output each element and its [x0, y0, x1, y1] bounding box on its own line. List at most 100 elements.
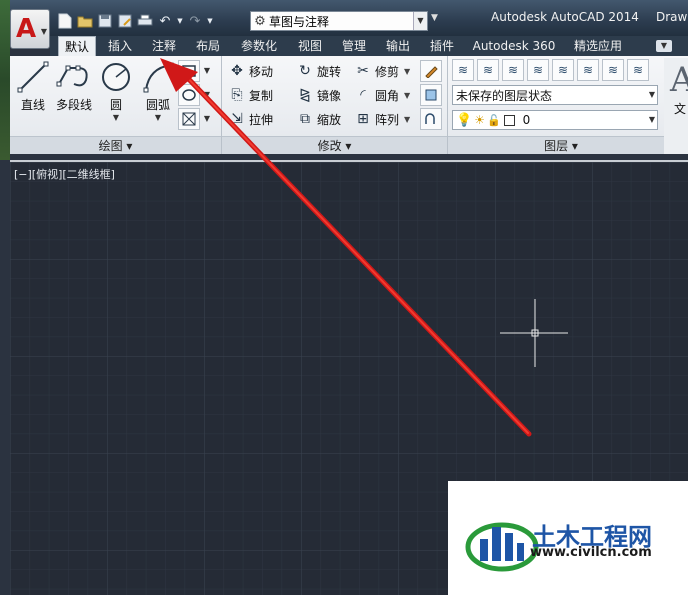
array-label: 阵列 [375, 112, 400, 127]
layer-off-icon[interactable]: ≋ [627, 59, 649, 81]
application-menu-button[interactable]: A ▼ [10, 9, 50, 49]
copy-label: 复制 [249, 88, 274, 103]
hatch-icon[interactable] [178, 84, 200, 106]
mirror-button[interactable]: ⧎ 镜像 [296, 84, 341, 106]
layer-dropdown[interactable]: 💡 ☀ 🔓 0 ▼ [452, 110, 658, 130]
text-icon[interactable]: A [670, 60, 688, 100]
copy-icon: ⎘ [231, 87, 243, 103]
layer-previous-icon[interactable]: ≋ [577, 59, 599, 81]
copy-button[interactable]: ⎘ 复制 [228, 84, 273, 106]
trim-label: 修剪 [375, 64, 400, 79]
gradient-icon[interactable] [178, 108, 200, 130]
erase-icon[interactable] [420, 60, 442, 82]
gear-icon: ⚙ [254, 13, 266, 29]
chevron-down-icon[interactable]: ▼ [206, 12, 214, 30]
circle-button[interactable]: 圆 ▼ [96, 60, 136, 122]
layer-state-icon[interactable]: ≋ [477, 59, 499, 81]
panel-layers-title-label: 图层 [544, 139, 569, 153]
chevron-down-icon: ▼ [404, 114, 411, 124]
chevron-down-icon[interactable]: ▼ [202, 108, 212, 130]
tab-featured-apps[interactable]: 精选应用 [566, 36, 630, 56]
polyline-button[interactable]: 多段线 [52, 60, 96, 113]
tab-autodesk-360[interactable]: Autodesk 360 [466, 36, 562, 56]
move-label: 移动 [249, 64, 274, 79]
move-icon: ✥ [231, 63, 243, 79]
scale-button[interactable]: ⧉ 缩放 [296, 108, 341, 130]
polyline-icon [52, 60, 96, 94]
chevron-down-icon: ▼ [112, 113, 120, 122]
circle-label: 圆 [109, 98, 122, 112]
mirror-label: 镜像 [317, 88, 342, 103]
rectangle-icon[interactable] [178, 60, 200, 82]
layer-tools: ≋ ≋ ≋ ≋ ≋ ≋ ≋ ≋ [452, 59, 649, 81]
explode-icon[interactable] [420, 84, 442, 106]
layer-state-value: 未保存的图层状态 [456, 88, 553, 103]
watermark: 土木工程网 www.civilcn.com [448, 481, 688, 595]
open-icon[interactable] [76, 12, 94, 30]
arc-icon [138, 60, 178, 94]
text-label: 文 [674, 102, 687, 116]
fillet-button[interactable]: ◜ 圆角 ▼ [354, 84, 410, 106]
save-icon[interactable] [96, 12, 114, 30]
plot-icon[interactable] [136, 12, 154, 30]
rotate-label: 旋转 [317, 64, 342, 79]
tab-output[interactable]: 输出 [378, 36, 418, 56]
tab-manage[interactable]: 管理 [334, 36, 374, 56]
arc-button[interactable]: 圆弧 ▼ [138, 60, 178, 122]
mirror-icon: ⧎ [299, 87, 311, 103]
panel-modify: ✥ 移动 ↻ 旋转 ✂ 修剪 ▼ ⎘ 复制 ⧎ 镜像 ◜ 圆角 ▼ ⇲ 拉伸 ⧉… [222, 56, 448, 154]
trim-button[interactable]: ✂ 修剪 ▼ [354, 60, 410, 82]
fillet-icon: ◜ [360, 87, 366, 103]
chevron-down-icon[interactable]: ▼ [202, 84, 212, 106]
civilcn-logo-icon [465, 522, 539, 572]
trim-icon: ✂ [357, 63, 369, 79]
move-button[interactable]: ✥ 移动 [228, 60, 273, 82]
tab-home[interactable]: 默认 [58, 36, 96, 56]
rotate-icon: ↻ [299, 63, 311, 79]
current-layer-value: 0 [522, 113, 531, 127]
layer-freeze-icon[interactable]: ≋ [602, 59, 624, 81]
array-button[interactable]: ⊞ 阵列 ▼ [354, 108, 410, 130]
rotate-button[interactable]: ↻ 旋转 [296, 60, 341, 82]
panel-draw-title[interactable]: 绘图 ▾ [10, 136, 221, 154]
viewport-controls[interactable]: [−][俯视][二维线框] [14, 166, 115, 182]
chevron-down-icon: ▼ [648, 90, 655, 99]
tab-view[interactable]: 视图 [290, 36, 330, 56]
tab-layout[interactable]: 布局 [188, 36, 228, 56]
circle-icon [96, 60, 136, 94]
tab-parametric[interactable]: 参数化 [232, 36, 286, 56]
chevron-down-icon[interactable]: ▼ [202, 60, 212, 82]
workspace-selector[interactable]: ⚙ 草图与注释 ▼ [250, 11, 428, 31]
panel-draw: 直线 多段线 圆 ▼ 圆弧 ▼ ▼ ▼ ▼ 绘图 ▾ [10, 56, 222, 154]
save-as-icon[interactable] [116, 12, 134, 30]
tab-annotate[interactable]: 注释 [144, 36, 184, 56]
redo-icon[interactable]: ↷ [186, 12, 204, 30]
line-label: 直线 [20, 98, 45, 112]
panel-annotation: A 文 [664, 58, 688, 154]
tab-insert[interactable]: 插入 [100, 36, 140, 56]
tab-plugins[interactable]: 插件 [422, 36, 462, 56]
line-button[interactable]: 直线 [13, 60, 53, 113]
panel-modify-title[interactable]: 修改 ▾ [222, 136, 447, 154]
stretch-button[interactable]: ⇲ 拉伸 [228, 108, 273, 130]
ribbon-options-icon[interactable]: ▼ [656, 40, 672, 52]
undo-icon[interactable]: ↶ [156, 12, 174, 30]
customize-qat-icon[interactable]: ▼ [431, 13, 438, 23]
chevron-down-icon: ▼ [40, 27, 47, 36]
stretch-label: 拉伸 [249, 112, 274, 127]
unlock-icon: 🔓 [486, 113, 501, 127]
quick-access-toolbar: ↶ ▼ ↷ ▼ [56, 11, 214, 31]
layer-match-icon[interactable]: ≋ [552, 59, 574, 81]
panel-layers-title[interactable]: 图层 ▾ [448, 136, 674, 154]
new-icon[interactable] [56, 12, 74, 30]
panel-modify-title-label: 修改 [317, 139, 342, 153]
layer-unisolate-icon[interactable]: ≋ [527, 59, 549, 81]
layer-isolate-icon[interactable]: ≋ [502, 59, 524, 81]
layer-state-dropdown[interactable]: 未保存的图层状态 ▼ [452, 85, 658, 105]
chevron-down-icon: ▼ [648, 115, 655, 124]
offset-icon[interactable] [420, 108, 442, 130]
chevron-down-icon: ▼ [404, 90, 411, 100]
chevron-down-icon[interactable]: ▼ [176, 12, 184, 30]
layer-properties-icon[interactable]: ≋ [452, 59, 474, 81]
drawing-title: Draw [656, 10, 688, 24]
